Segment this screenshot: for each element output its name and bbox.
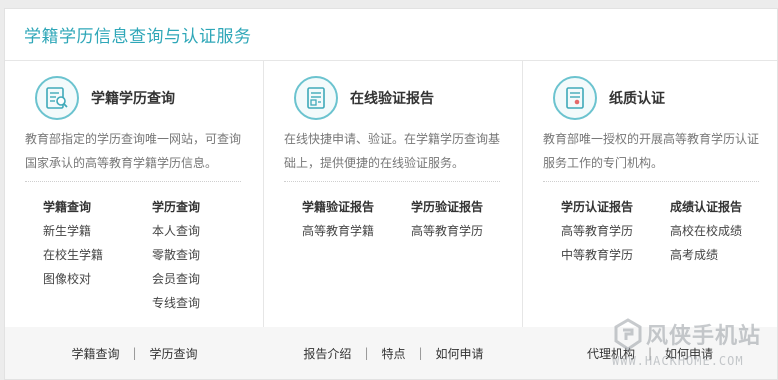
link-group: 学历认证报告 高等教育学历 中等教育学历 bbox=[561, 195, 670, 267]
column-title[interactable]: 学籍学历查询 bbox=[91, 88, 175, 108]
footer-link[interactable]: 学历查询 bbox=[150, 345, 198, 362]
footer-separator: | bbox=[647, 346, 653, 360]
column-paper-certification: 纸质认证 教育部唯一授权的开展高等教育学历认证 服务工作的专门机构。 学历认证报… bbox=[523, 61, 777, 327]
dotted-divider bbox=[25, 181, 241, 182]
column-online-verification: 在线验证报告 在线快捷申请、验证。在学籍学历查询基 础上，提供便捷的在线验证服务… bbox=[264, 61, 523, 327]
link-item[interactable]: 专线查询 bbox=[152, 291, 261, 315]
column-header: 在线验证报告 bbox=[294, 76, 434, 120]
link-group: 学历验证报告 高等教育学历 bbox=[411, 195, 520, 243]
link-group-heading[interactable]: 学籍验证报告 bbox=[302, 195, 411, 219]
link-group: 学籍查询 新生学籍 在校生学籍 图像校对 bbox=[43, 195, 152, 315]
link-group-heading[interactable]: 学籍查询 bbox=[43, 195, 152, 219]
column-description: 教育部指定的学历查询唯一网站，可查询 国家承认的高等教育学籍学历信息。 bbox=[25, 132, 242, 170]
footer-link[interactable]: 特点 bbox=[381, 345, 405, 362]
link-groups: 学籍验证报告 高等教育学籍 学历验证报告 高等教育学历 bbox=[302, 195, 520, 243]
footer-links: 学籍查询 | 学历查询 bbox=[5, 327, 264, 379]
link-item[interactable]: 零散查询 bbox=[152, 243, 261, 267]
column-header: 学籍学历查询 bbox=[35, 76, 175, 120]
footer-separator: | bbox=[364, 346, 369, 360]
link-item[interactable]: 高校在校成绩 bbox=[670, 219, 778, 243]
dotted-divider bbox=[284, 181, 500, 182]
link-item[interactable]: 新生学籍 bbox=[43, 219, 152, 243]
link-item[interactable]: 图像校对 bbox=[43, 267, 152, 291]
link-item[interactable]: 高考成绩 bbox=[670, 243, 778, 267]
link-group-heading[interactable]: 学历查询 bbox=[152, 195, 261, 219]
link-group: 学籍验证报告 高等教育学籍 bbox=[302, 195, 411, 243]
footer-links: 代理机构 | 如何申请 bbox=[523, 327, 777, 379]
column-title[interactable]: 纸质认证 bbox=[609, 88, 665, 108]
panel-title: 学籍学历信息查询与认证服务 bbox=[24, 27, 252, 47]
footer-separator: | bbox=[132, 346, 137, 360]
link-item[interactable]: 高等教育学籍 bbox=[302, 219, 411, 243]
column-description: 在线快捷申请、验证。在学籍学历查询基 础上，提供便捷的在线验证服务。 bbox=[284, 132, 501, 170]
link-group: 学历查询 本人查询 零散查询 会员查询 专线查询 bbox=[152, 195, 261, 315]
link-group: 成绩认证报告 高校在校成绩 高考成绩 bbox=[670, 195, 778, 267]
link-item[interactable]: 在校生学籍 bbox=[43, 243, 152, 267]
panel-header: 学籍学历信息查询与认证服务 bbox=[5, 9, 777, 61]
dotted-divider bbox=[543, 181, 759, 182]
link-item[interactable]: 高等教育学历 bbox=[561, 219, 670, 243]
footer-bar: 学籍查询 | 学历查询 报告介绍 | 特点 | 如何申请 代理机构 | 如何申请 bbox=[5, 327, 777, 379]
column-header: 纸质认证 bbox=[553, 76, 665, 120]
link-group-heading[interactable]: 学历验证报告 bbox=[411, 195, 520, 219]
footer-link[interactable]: 如何申请 bbox=[665, 345, 713, 362]
paper-certificate-icon[interactable] bbox=[553, 76, 597, 120]
footer-link[interactable]: 学籍查询 bbox=[71, 345, 119, 362]
link-item[interactable]: 本人查询 bbox=[152, 219, 261, 243]
service-panel: 学籍学历信息查询与认证服务 学籍学历查询 教育部指定的学历查询唯一网站，可查询 … bbox=[4, 8, 778, 380]
id-card-search-icon[interactable] bbox=[35, 76, 79, 120]
footer-separator: | bbox=[418, 346, 423, 360]
column-xueji-xueli-query: 学籍学历查询 教育部指定的学历查询唯一网站，可查询 国家承认的高等教育学籍学历信… bbox=[5, 61, 264, 327]
link-groups: 学历认证报告 高等教育学历 中等教育学历 成绩认证报告 高校在校成绩 高考成绩 bbox=[561, 195, 778, 267]
service-columns: 学籍学历查询 教育部指定的学历查询唯一网站，可查询 国家承认的高等教育学籍学历信… bbox=[5, 61, 777, 327]
verification-report-icon[interactable] bbox=[294, 76, 338, 120]
footer-links: 报告介绍 | 特点 | 如何申请 bbox=[264, 327, 523, 379]
link-groups: 学籍查询 新生学籍 在校生学籍 图像校对 学历查询 本人查询 零散查询 会员查询… bbox=[43, 195, 261, 315]
link-group-heading[interactable]: 成绩认证报告 bbox=[670, 195, 778, 219]
link-item[interactable]: 高等教育学历 bbox=[411, 219, 520, 243]
link-item[interactable]: 会员查询 bbox=[152, 267, 261, 291]
footer-link[interactable]: 报告介绍 bbox=[303, 345, 351, 362]
footer-link[interactable]: 代理机构 bbox=[587, 345, 635, 362]
link-item[interactable]: 中等教育学历 bbox=[561, 243, 670, 267]
footer-link[interactable]: 如何申请 bbox=[436, 345, 484, 362]
column-description: 教育部唯一授权的开展高等教育学历认证 服务工作的专门机构。 bbox=[543, 132, 760, 170]
link-group-heading[interactable]: 学历认证报告 bbox=[561, 195, 670, 219]
column-title[interactable]: 在线验证报告 bbox=[350, 88, 434, 108]
